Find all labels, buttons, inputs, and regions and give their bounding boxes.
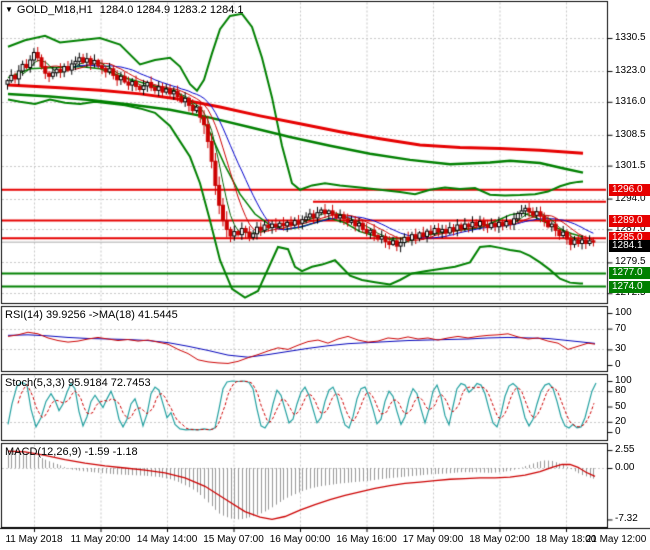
time-axis[interactable]: 11 May 2018 11 May 20:00 14 May 14:00 15 Ma…: [0, 529, 650, 550]
stoch-tick-label: 80: [615, 385, 627, 397]
price-level-badge: 1277.0: [609, 267, 650, 280]
time-tick-label: 14 May 14:00: [136, 534, 198, 545]
price-tick-label: 1316.0: [615, 95, 646, 107]
price-tick-label: 1308.5: [615, 128, 646, 140]
symbol-timeframe: GOLD_M18,H1: [16, 4, 93, 16]
price-tick-label: 1330.5: [615, 32, 646, 43]
time-tick-label: 21 May 12:00: [585, 534, 647, 545]
macd-tick-label: 0.00: [615, 462, 635, 473]
time-tick-label: 18 May 02:00: [469, 534, 530, 545]
time-tick-label: 17 May 09:00: [402, 534, 464, 545]
rsi-indicator-label: RSI(14) 39.9256 ->MA(18) 41.5445: [5, 309, 178, 321]
rsi-tick-label: 100: [615, 307, 632, 318]
price-tick-label: 1323.0: [615, 65, 646, 76]
rsi-tick-label: 70: [615, 322, 627, 334]
stoch-indicator-label: Stoch(5,3,3) 95.9184 72.7453: [5, 377, 151, 389]
price-level-badge: 1296.0: [609, 183, 650, 196]
price-tick-label: 1279.5: [615, 256, 646, 268]
price-level-badge: 1289.0: [609, 214, 650, 227]
macd-tick-label: 2.55: [615, 444, 635, 456]
rsi-tick-label: 0: [615, 359, 621, 370]
symbol-dropdown-icon[interactable]: ▼: [5, 5, 13, 14]
chart-title: ▼ GOLD_M18,H1 1284.0 1284.9 1283.2 1284.1: [5, 4, 243, 16]
time-tick-label: 11 May 20:00: [70, 534, 131, 545]
stoch-tick-label: 50: [615, 400, 627, 412]
time-tick-label: 16 May 16:00: [336, 534, 397, 545]
current-price-badge: 1284.1: [609, 240, 650, 253]
stoch-tick-label: 0: [615, 426, 621, 437]
price-tick-label: 1301.5: [615, 159, 646, 171]
price-level-badge: 1274.0: [609, 280, 650, 293]
time-tick-label: 15 May 07:00: [203, 534, 264, 545]
macd-indicator-label: MACD(12,26,9) -1.59 -1.18: [5, 446, 138, 458]
price-axis[interactable]: 1330.5 1323.0 1316.0 1308.5 1301.5 1294.0 1287…: [608, 0, 650, 528]
chart-window: ▼ GOLD_M18,H1 1284.0 1284.9 1283.2 1284.1 …: [0, 0, 650, 550]
ohlc-readout: 1284.0 1284.9 1283.2 1284.1: [99, 4, 244, 16]
chart-canvas[interactable]: [0, 0, 650, 550]
macd-tick-label: -7.32: [615, 513, 638, 525]
rsi-tick-label: 30: [615, 343, 627, 355]
time-tick-label: 16 May 00:00: [269, 534, 331, 545]
time-tick-label: 11 May 2018: [5, 534, 63, 545]
